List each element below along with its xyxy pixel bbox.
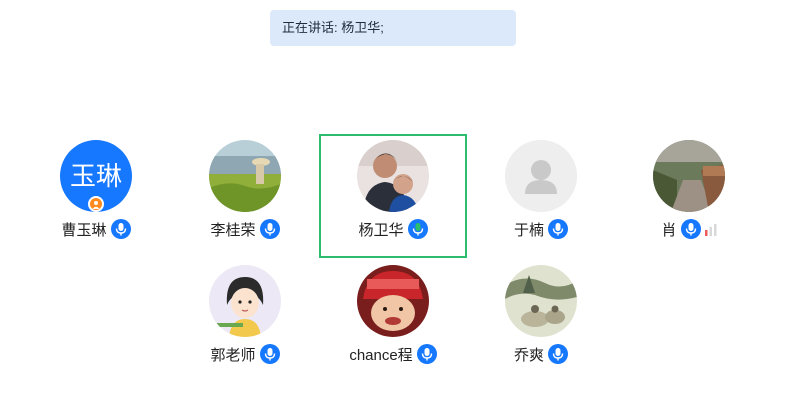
participant-name: 郭老师 — [210, 346, 256, 364]
participant-name: chance程 — [349, 346, 413, 364]
avatar — [357, 140, 429, 212]
participant-tile-xiao[interactable]: 肖 — [615, 134, 763, 258]
participant-tile-yunan[interactable]: 于楠 — [467, 134, 615, 258]
avatar — [209, 140, 281, 212]
default-user-icon — [505, 140, 577, 212]
participant-tile-chancecheng[interactable]: chance程 — [319, 259, 467, 383]
participant-tile-yangweihua[interactable]: 杨卫华 — [319, 134, 467, 258]
avatar-initials: 玉琳 — [69, 161, 122, 191]
participant-tile-guolaoshi[interactable]: 郭老师 — [171, 259, 319, 383]
microphone-icon[interactable] — [681, 219, 701, 239]
avatar — [653, 140, 725, 212]
avatar — [505, 140, 577, 212]
participant-name: 乔爽 — [513, 346, 544, 364]
speaking-banner-text: 正在讲话: 杨卫华; — [282, 20, 384, 35]
participant-tile-liguirong[interactable]: 李桂荣 — [171, 134, 319, 258]
participant-name: 于楠 — [513, 221, 544, 239]
avatar — [357, 265, 429, 337]
participant-tile-caoyulin[interactable]: 玉琳 曹玉琳 — [22, 134, 170, 258]
participant-name: 肖 — [661, 221, 677, 239]
avatar — [209, 265, 281, 337]
microphone-icon[interactable] — [260, 219, 280, 239]
microphone-icon[interactable] — [260, 344, 280, 364]
microphone-icon[interactable] — [111, 219, 131, 239]
avatar — [505, 265, 577, 337]
participant-name: 李桂荣 — [210, 221, 256, 239]
microphone-icon[interactable] — [548, 344, 568, 364]
participant-tile-qiaoshuang[interactable]: 乔爽 — [467, 259, 615, 383]
microphone-speaking-icon[interactable] — [408, 219, 428, 239]
signal-strength-icon — [704, 224, 716, 236]
microphone-icon[interactable] — [548, 219, 568, 239]
speaking-banner: 正在讲话: 杨卫华; — [270, 10, 516, 46]
participant-name: 杨卫华 — [358, 221, 404, 239]
microphone-icon[interactable] — [417, 344, 437, 364]
host-badge-icon — [88, 196, 104, 212]
participant-name: 曹玉琳 — [61, 221, 107, 239]
